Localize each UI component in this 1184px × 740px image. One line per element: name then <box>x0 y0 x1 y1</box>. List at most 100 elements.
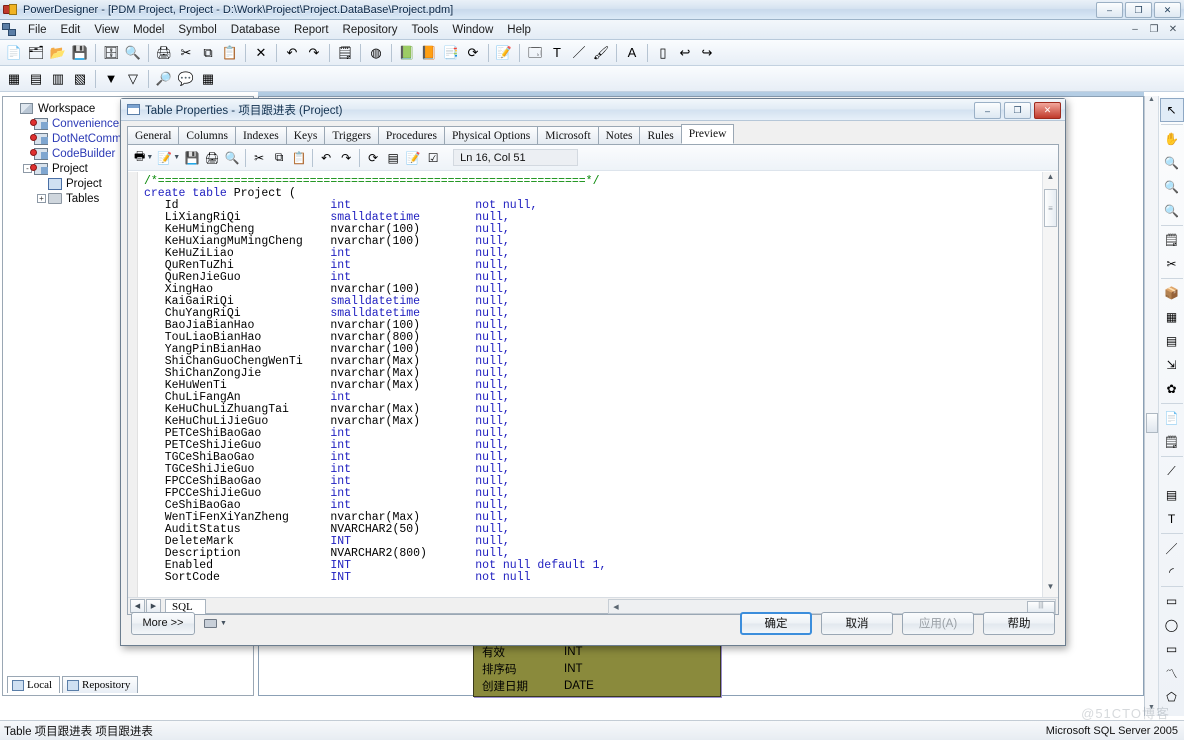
tree-expander-icon[interactable]: + <box>37 194 46 203</box>
dialog-minimize-button[interactable]: – <box>974 102 1001 119</box>
paste-icon[interactable]: 📋 <box>219 42 241 64</box>
menu-database[interactable]: Database <box>224 22 287 38</box>
copy-icon[interactable]: ⧉ <box>197 42 219 64</box>
link-icon[interactable]: ⟋ <box>1160 459 1184 483</box>
text-icon[interactable]: T <box>1160 507 1184 531</box>
code-scroll-down-icon[interactable]: ▼ <box>1047 582 1055 597</box>
edit-doc-icon[interactable]: 📝 <box>493 42 515 64</box>
print-preview-icon[interactable]: 🔍 <box>122 42 144 64</box>
generate-icon[interactable]: 📙 <box>418 42 440 64</box>
menu-tools[interactable]: Tools <box>405 22 446 38</box>
diagram-entity[interactable]: 有效 INT 排序码 INT 创建日期 DATE <box>473 642 721 697</box>
menu-model[interactable]: Model <box>126 22 171 38</box>
tab-procedures[interactable]: Procedures <box>378 126 445 144</box>
align-icon[interactable]: ▯ <box>652 42 674 64</box>
palette-icon[interactable]: ◍ <box>365 42 387 64</box>
mdi-close-button[interactable]: ✕ <box>1164 21 1182 38</box>
tab-repository[interactable]: Repository <box>62 676 138 693</box>
package-icon[interactable]: 📦 <box>1160 281 1184 305</box>
window-minimize-button[interactable]: – <box>1096 2 1123 18</box>
more-button[interactable]: More >> <box>131 612 195 635</box>
code-vertical-scrollbar[interactable]: ▲ ≡ ▼ <box>1042 172 1058 597</box>
chevron-down-icon[interactable]: ▼ <box>146 154 153 161</box>
find-icon[interactable]: 🔍 <box>222 148 242 168</box>
print-dropdown-icon[interactable] <box>203 616 219 631</box>
print-icon[interactable]: 🖨 <box>153 42 175 64</box>
save-all-icon[interactable]: 🗄 <box>100 42 122 64</box>
window-restore-button[interactable]: ❐ <box>1125 2 1152 18</box>
new-icon[interactable]: 📄 <box>3 42 25 64</box>
edit-icon[interactable]: 📝 <box>403 148 423 168</box>
database-icon[interactable]: ▤ <box>1160 483 1184 507</box>
code-vscroll-thumb[interactable]: ≡ <box>1044 189 1057 227</box>
help-button[interactable]: 帮助 <box>983 612 1055 635</box>
forward-icon[interactable]: ↪ <box>696 42 718 64</box>
view-table-icon[interactable]: ▤ <box>25 68 47 90</box>
view-column-icon[interactable]: ▥ <box>47 68 69 90</box>
comment-icon[interactable]: 💬 <box>175 68 197 90</box>
report-icon[interactable]: 📑 <box>440 42 462 64</box>
view-icon[interactable]: ▤ <box>1160 329 1184 353</box>
menu-window[interactable]: Window <box>445 22 500 38</box>
rounded-rect-icon[interactable]: ▭ <box>1160 637 1184 661</box>
zoom-in-icon[interactable]: 🔍 <box>1160 151 1184 175</box>
tab-notes[interactable]: Notes <box>598 126 641 144</box>
check-model-icon[interactable]: 📗 <box>396 42 418 64</box>
procedure-icon[interactable]: ✿ <box>1160 377 1184 401</box>
hand-icon[interactable]: ✋ <box>1160 127 1184 151</box>
redo-icon[interactable]: ↷ <box>336 148 356 168</box>
cut-icon[interactable]: ✂ <box>175 42 197 64</box>
sql-preview-code[interactable]: /*======================================… <box>138 172 1042 597</box>
redo-icon[interactable]: ↷ <box>303 42 325 64</box>
line-icon[interactable]: ／ <box>1160 536 1184 560</box>
file-icon[interactable]: 📄 <box>1160 406 1184 430</box>
copy-icon[interactable]: ⧉ <box>269 148 289 168</box>
view-index-icon[interactable]: ▧ <box>69 68 91 90</box>
palette-scroll-up-icon[interactable]: ▲ <box>1148 96 1155 108</box>
grid-icon[interactable]: ▦ <box>197 68 219 90</box>
zoom-icon[interactable]: 🔎 <box>153 68 175 90</box>
polyline-icon[interactable]: 〽 <box>1160 661 1184 685</box>
palette-scrollbar[interactable]: ▲ ▼ <box>1145 96 1159 716</box>
tab-keys[interactable]: Keys <box>286 126 326 144</box>
cut-icon[interactable]: ✂ <box>1160 252 1184 276</box>
line-style-icon[interactable]: ／ <box>568 42 590 64</box>
tab-triggers[interactable]: Triggers <box>324 126 379 144</box>
refresh-icon[interactable]: ⟳ <box>462 42 484 64</box>
open-icon[interactable]: 📂 <box>47 42 69 64</box>
code-scroll-up-icon[interactable]: ▲ <box>1047 172 1055 187</box>
menu-report[interactable]: Report <box>287 22 336 38</box>
fill-color-icon[interactable]: 🖌 <box>590 42 612 64</box>
filter-icon[interactable]: ▼ <box>100 68 122 90</box>
zoom-out-icon[interactable]: 🔍 <box>1160 175 1184 199</box>
chevron-down-icon[interactable]: ▼ <box>220 620 227 627</box>
chevron-down-icon[interactable]: ▼ <box>173 154 180 161</box>
edit-source-icon[interactable]: 📝▼ <box>155 148 182 168</box>
palette-scroll-thumb[interactable] <box>1146 413 1158 433</box>
table-icon[interactable]: ▦ <box>1160 305 1184 329</box>
reference-icon[interactable]: ⇲ <box>1160 353 1184 377</box>
cancel-button[interactable]: 取消 <box>821 612 893 635</box>
menu-repository[interactable]: Repository <box>336 22 405 38</box>
font-color-icon[interactable]: A <box>621 42 643 64</box>
list-icon[interactable]: ▤ <box>383 148 403 168</box>
tab-preview[interactable]: Preview <box>681 124 735 144</box>
save-icon[interactable]: 💾 <box>69 42 91 64</box>
polygon-icon[interactable]: ⬠ <box>1160 685 1184 709</box>
zoom-area-icon[interactable]: 🔍 <box>1160 199 1184 223</box>
tab-columns[interactable]: Columns <box>178 126 236 144</box>
undo-icon[interactable]: ↶ <box>316 148 336 168</box>
dialog-restore-button[interactable]: ❐ <box>1004 102 1031 119</box>
rectangle-icon[interactable]: ▭ <box>1160 589 1184 613</box>
menu-help[interactable]: Help <box>500 22 538 38</box>
ellipse-icon[interactable]: ◯ <box>1160 613 1184 637</box>
tab-microsoft[interactable]: Microsoft <box>537 126 598 144</box>
mdi-restore-button[interactable]: ❐ <box>1145 21 1163 38</box>
display-preferences-icon[interactable]: 🗔 <box>524 42 546 64</box>
refresh-icon[interactable]: ⟳ <box>363 148 383 168</box>
arc-icon[interactable]: ◜ <box>1160 560 1184 584</box>
tab-rules[interactable]: Rules <box>639 126 681 144</box>
tab-local[interactable]: Local <box>7 676 60 693</box>
cut-icon[interactable]: ✂ <box>249 148 269 168</box>
footer-print-split-button[interactable]: ▼ <box>203 616 227 631</box>
